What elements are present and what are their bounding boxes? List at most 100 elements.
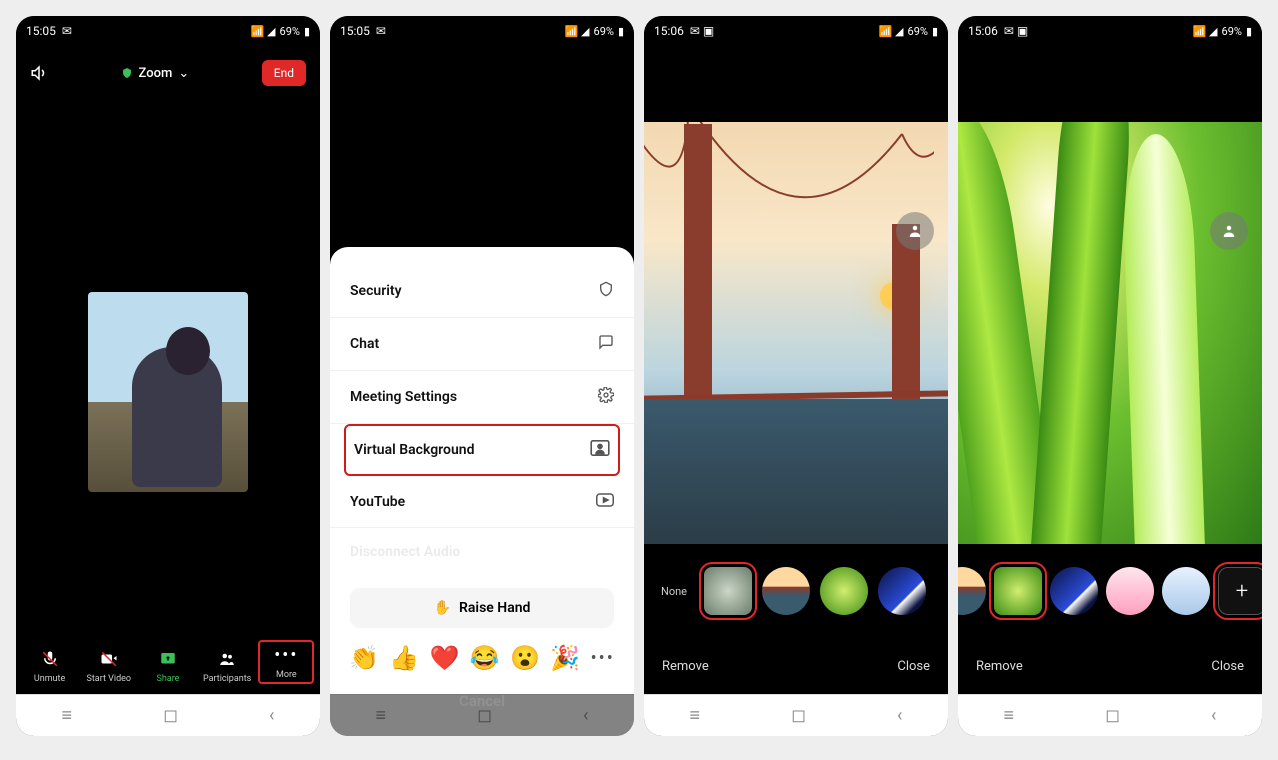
meeting-toolbar: Unmute Start Video Share Participants [16, 630, 320, 694]
participant-video-tile [88, 292, 248, 492]
status-time: 15:05 [340, 24, 370, 38]
reaction-wow[interactable]: 😮 [510, 644, 540, 672]
virtual-background-icon [590, 440, 610, 460]
remove-button[interactable]: Remove [976, 659, 1023, 674]
status-msg-icon: ✉ [62, 24, 72, 38]
nav-home-icon[interactable]: ◻ [1105, 705, 1120, 726]
plus-icon: + [1236, 579, 1248, 604]
status-signal-icons: 📶 ◢ [565, 25, 590, 38]
screenshot-2-more-menu: 15:05 ✉ 📶 ◢ 69% ▮ Security Chat [330, 16, 634, 736]
raise-hand-button[interactable]: ✋ Raise Hand [350, 588, 614, 628]
status-bar: 15:06 ✉ ▣ 📶 ◢ 69% ▮ [958, 16, 1262, 42]
nav-back-icon[interactable]: ‹ [269, 705, 274, 726]
participants-button[interactable]: Participants [199, 648, 255, 684]
menu-item-virtual-background[interactable]: Virtual Background [344, 424, 620, 476]
nav-home-icon[interactable]: ◻ [791, 705, 806, 726]
remove-button[interactable]: Remove [662, 659, 709, 674]
start-video-button[interactable]: Start Video [81, 648, 137, 684]
menu-item-youtube[interactable]: YouTube [330, 476, 634, 528]
vb-add-button[interactable]: + [1218, 567, 1262, 615]
vb-option-sky[interactable] [1162, 567, 1210, 615]
nav-home-icon[interactable]: ◻ [477, 705, 492, 726]
vb-option-grass[interactable] [820, 567, 868, 615]
vb-option-grass[interactable] [994, 567, 1042, 615]
more-button[interactable]: ••• More [258, 640, 314, 684]
status-msg-icon: ✉ ▣ [1004, 24, 1028, 38]
status-msg-icon: ✉ ▣ [690, 24, 714, 38]
share-screen-icon [159, 648, 177, 670]
status-battery: 69% [908, 25, 928, 38]
vb-option-space[interactable] [1050, 567, 1098, 615]
share-button[interactable]: Share [140, 648, 196, 684]
reaction-joy[interactable]: 😂 [470, 644, 500, 672]
status-bar: 15:06 ✉ ▣ 📶 ◢ 69% ▮ [644, 16, 948, 42]
nav-back-icon[interactable]: ‹ [583, 705, 588, 726]
status-bar: 15:05 ✉ 📶 ◢ 69% ▮ [16, 16, 320, 42]
status-battery: 69% [280, 25, 300, 38]
battery-icon: ▮ [618, 25, 624, 38]
status-battery: 69% [594, 25, 614, 38]
more-icon: ••• [274, 644, 298, 666]
background-tray: None [644, 544, 948, 638]
status-bar: 15:05 ✉ 📶 ◢ 69% ▮ [330, 16, 634, 42]
nav-back-icon[interactable]: ‹ [1211, 705, 1216, 726]
menu-item-disconnect-audio[interactable]: Disconnect Audio [330, 528, 634, 576]
vb-option-pink[interactable] [1106, 567, 1154, 615]
mic-muted-icon [41, 648, 59, 670]
nav-back-icon[interactable]: ‹ [897, 705, 902, 726]
nav-recent-icon[interactable]: ≡ [376, 705, 387, 726]
android-nav-bar: ≡ ◻ ‹ [16, 694, 320, 736]
gear-icon [598, 387, 614, 407]
screenshot-1-meeting: 15:05 ✉ 📶 ◢ 69% ▮ Zoom ⌄ End [16, 16, 320, 736]
battery-icon: ▮ [1246, 25, 1252, 38]
end-button[interactable]: End [262, 60, 306, 86]
status-battery: 69% [1222, 25, 1242, 38]
battery-icon: ▮ [304, 25, 310, 38]
background-preview [644, 122, 948, 544]
background-preview [958, 122, 1262, 544]
meeting-title[interactable]: Zoom ⌄ [121, 66, 190, 81]
raise-hand-icon: ✋ [434, 600, 451, 616]
shield-icon [598, 281, 614, 301]
screenshot-3-vb-bridge: 15:06 ✉ ▣ 📶 ◢ 69% ▮ None [644, 16, 948, 736]
background-tray: + [958, 544, 1262, 638]
vb-option-space[interactable] [878, 567, 926, 615]
android-nav-bar: ≡ ◻ ‹ [330, 694, 634, 736]
vb-option-bridge[interactable] [958, 567, 986, 615]
reaction-more-icon[interactable]: ••• [591, 648, 615, 669]
nav-home-icon[interactable]: ◻ [163, 705, 178, 726]
reaction-tada[interactable]: 🎉 [550, 644, 580, 672]
reaction-thumbsup[interactable]: 👍 [389, 644, 419, 672]
reaction-heart[interactable]: ❤️ [430, 644, 460, 672]
status-time: 15:06 [968, 24, 998, 38]
menu-item-chat[interactable]: Chat [330, 318, 634, 371]
more-menu-sheet: Security Chat Meeting Settings Virtual B… [330, 247, 634, 694]
unmute-button[interactable]: Unmute [22, 648, 78, 684]
switch-camera-icon[interactable] [896, 212, 934, 250]
vb-option-blur[interactable] [704, 567, 752, 615]
reaction-clap[interactable]: 👏 [349, 644, 379, 672]
close-button[interactable]: Close [1211, 659, 1244, 674]
participants-icon [218, 648, 236, 670]
vb-footer: Remove Close [958, 638, 1262, 694]
status-signal-icons: 📶 ◢ [1193, 25, 1218, 38]
battery-icon: ▮ [932, 25, 938, 38]
menu-item-meeting-settings[interactable]: Meeting Settings [330, 371, 634, 424]
status-signal-icons: 📶 ◢ [251, 25, 276, 38]
vb-option-bridge[interactable] [762, 567, 810, 615]
status-time: 15:06 [654, 24, 684, 38]
reaction-row: 👏 👍 ❤️ 😂 😮 🎉 ••• [330, 636, 634, 678]
status-msg-icon: ✉ [376, 24, 386, 38]
close-button[interactable]: Close [897, 659, 930, 674]
menu-item-security[interactable]: Security [330, 265, 634, 318]
screenshot-4-vb-grass: 15:06 ✉ ▣ 📶 ◢ 69% ▮ + [958, 16, 1262, 736]
android-nav-bar: ≡ ◻ ‹ [644, 694, 948, 736]
nav-recent-icon[interactable]: ≡ [62, 705, 73, 726]
vb-footer: Remove Close [644, 638, 948, 694]
speaker-icon[interactable] [30, 62, 48, 84]
android-nav-bar: ≡ ◻ ‹ [958, 694, 1262, 736]
switch-camera-icon[interactable] [1210, 212, 1248, 250]
nav-recent-icon[interactable]: ≡ [690, 705, 701, 726]
vb-option-none[interactable]: None [654, 585, 694, 598]
nav-recent-icon[interactable]: ≡ [1004, 705, 1015, 726]
